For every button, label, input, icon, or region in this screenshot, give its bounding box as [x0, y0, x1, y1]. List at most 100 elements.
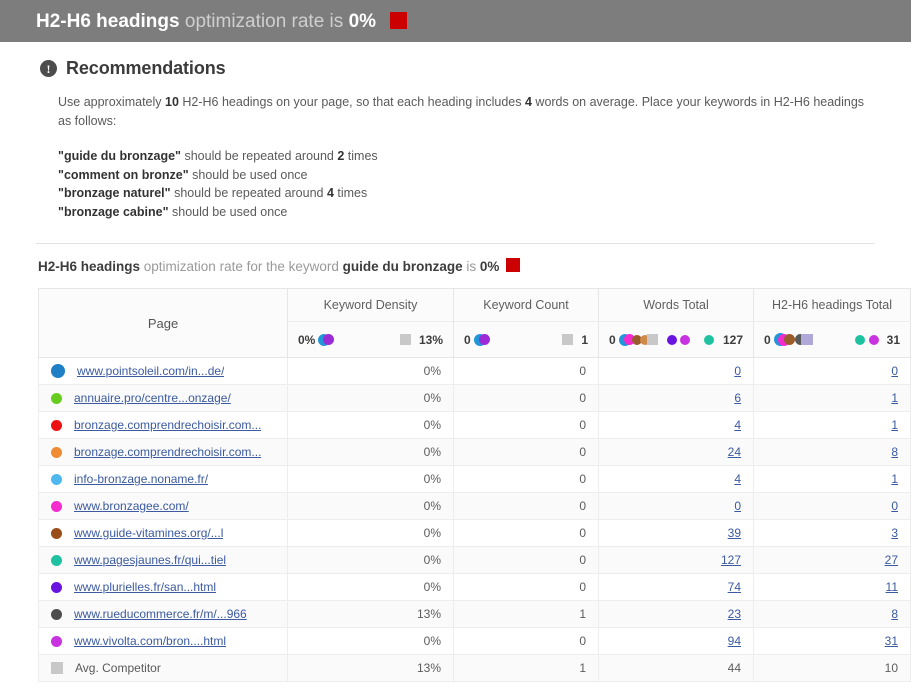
- cell-page: www.guide-vitamines.org/...l: [38, 519, 288, 547]
- cell-words-total-value[interactable]: 0: [734, 364, 741, 378]
- cell-keyword-density-value: 0%: [423, 553, 441, 567]
- rec-kw-before-0: should be repeated around: [180, 149, 338, 163]
- cell-words-total-value[interactable]: 0: [734, 499, 741, 513]
- cell-words-total-value[interactable]: 74: [728, 580, 741, 594]
- page-url-link[interactable]: www.plurielles.fr/san...html: [74, 580, 216, 594]
- rec-text-1: Use approximately: [58, 95, 165, 109]
- page-url-link[interactable]: www.rueducommerce.fr/m/...966: [74, 607, 247, 621]
- scale-keyword-density: 0% 13%: [287, 321, 454, 358]
- cell-headings-total-value[interactable]: 3: [891, 526, 898, 540]
- scale-dot-purple-icon: [478, 334, 490, 345]
- cell-headings-total-value[interactable]: 1: [891, 391, 898, 405]
- cell-headings-total: 31: [753, 627, 911, 655]
- cell-words-total: 4: [598, 411, 754, 439]
- cell-words-total-value[interactable]: 94: [728, 634, 741, 648]
- page-url-link[interactable]: www.vivolta.com/bron....html: [74, 634, 226, 648]
- cell-headings-total-value: 10: [884, 661, 898, 675]
- page-url-link[interactable]: www.bronzagee.com/: [74, 499, 189, 513]
- table-header: Page Keyword Density Keyword Count Words…: [38, 288, 911, 358]
- cell-words-total: 0: [598, 492, 754, 520]
- page-url-link[interactable]: www.guide-vitamines.org/...l: [74, 526, 223, 540]
- recommendations-paragraph: Use approximately 10 H2-H6 headings on y…: [58, 93, 875, 131]
- cell-keyword-count: 0: [453, 357, 599, 385]
- cell-keyword-count-value: 0: [579, 391, 586, 405]
- cell-keyword-density-value: 0%: [423, 526, 441, 540]
- table-body: www.pointsoleil.com/in...de/0% 0 0 0 annuair…: [38, 357, 911, 682]
- scale-min-kc: 0: [464, 332, 471, 347]
- cell-headings-total-value[interactable]: 0: [891, 499, 898, 513]
- table-row: annuaire.pro/centre...onzage/0% 0 6 1: [38, 384, 911, 412]
- cell-keyword-density: 13%: [287, 600, 454, 628]
- cell-headings-total-value[interactable]: 31: [885, 634, 898, 648]
- subtitle-metric: H2-H6 headings: [38, 259, 141, 274]
- scale-dot-cluster-ht-min: [773, 333, 813, 346]
- scale-marker-avg-icon: [800, 334, 813, 345]
- page-url-link[interactable]: info-bronzage.noname.fr/: [74, 472, 208, 486]
- recommendations-section: ! Recommendations Use approximately 10 H…: [0, 42, 911, 221]
- cell-headings-total-value[interactable]: 1: [891, 472, 898, 486]
- table-row: Avg. Competitor 13% 1 44 10: [38, 654, 911, 682]
- cell-keyword-count: 1: [453, 600, 599, 628]
- table-row: www.guide-vitamines.org/...l 0% 0 39 3: [38, 519, 911, 547]
- table-row: www.pointsoleil.com/in...de/0% 0 0 0: [38, 357, 911, 385]
- cell-headings-total: 8: [753, 438, 911, 466]
- page-url-link[interactable]: bronzage.comprendrechoisir.com...: [74, 445, 261, 459]
- cell-keyword-count: 1: [453, 654, 599, 682]
- scale-dot-cluster-wt-min: [618, 333, 658, 346]
- rec-kw-2: bronzage naturel: [63, 186, 165, 200]
- column-header-words-total[interactable]: Words Total: [598, 288, 754, 322]
- table-row: www.bronzagee.com/0% 0 0 0: [38, 492, 911, 520]
- cell-words-total-value[interactable]: 4: [734, 472, 741, 486]
- cell-headings-total-value[interactable]: 8: [891, 445, 898, 459]
- cell-words-total-value[interactable]: 23: [728, 607, 741, 621]
- cell-words-total: 127: [598, 546, 754, 574]
- series-dot-icon: [51, 500, 62, 512]
- cell-words-total-value[interactable]: 6: [734, 391, 741, 405]
- cell-keyword-density: 0%: [287, 573, 454, 601]
- cell-headings-total-value[interactable]: 8: [891, 607, 898, 621]
- cell-headings-total: 11: [753, 573, 911, 601]
- cell-page: annuaire.pro/centre...onzage/: [38, 384, 288, 412]
- cell-keyword-count: 0: [453, 465, 599, 493]
- page-url-link[interactable]: bronzage.comprendrechoisir.com...: [74, 418, 261, 432]
- page-url-link[interactable]: www.pointsoleil.com/in...de/: [77, 364, 224, 378]
- cell-keyword-density: 0%: [287, 465, 454, 493]
- cell-words-total: 24: [598, 438, 754, 466]
- cell-words-total-value[interactable]: 4: [734, 418, 741, 432]
- report-table: Page Keyword Density Keyword Count Words…: [38, 288, 911, 682]
- cell-headings-total-value[interactable]: 11: [886, 580, 898, 594]
- list-item: "comment on bronze" should be used once: [58, 166, 875, 185]
- subtitle-value: 0%: [479, 259, 500, 274]
- rec-text-2: H2-H6 headings on your page, so that eac…: [178, 95, 525, 109]
- column-header-page[interactable]: Page: [38, 288, 288, 358]
- scale-marker-avg-icon: [399, 334, 411, 345]
- scale-dot-purple-icon: [323, 334, 335, 345]
- column-header-keyword-density[interactable]: Keyword Density: [287, 288, 454, 322]
- cell-keyword-count: 0: [453, 411, 599, 439]
- scale-marker-avg-icon: [562, 334, 574, 345]
- cell-words-total-value[interactable]: 24: [728, 445, 741, 459]
- column-header-headings-total[interactable]: H2-H6 headings Total: [753, 288, 911, 322]
- rec-kw-0: guide du bronzage: [63, 149, 176, 163]
- cell-keyword-count: 0: [453, 492, 599, 520]
- page-url-link[interactable]: annuaire.pro/centre...onzage/: [74, 391, 231, 405]
- cell-headings-total: 1: [753, 384, 911, 412]
- cell-headings-total-value[interactable]: 0: [891, 364, 898, 378]
- cell-headings-total: 10: [753, 654, 911, 682]
- cell-words-total-value[interactable]: 127: [721, 553, 741, 567]
- column-header-keyword-count[interactable]: Keyword Count: [453, 288, 599, 322]
- cell-keyword-count-value: 0: [579, 418, 586, 432]
- table-row: www.vivolta.com/bron....html 0% 0 94 31: [38, 627, 911, 655]
- cell-words-total-value[interactable]: 39: [728, 526, 741, 540]
- page-url-link[interactable]: www.pagesjaunes.fr/qui...tiel: [74, 553, 226, 567]
- rec-kw-before-2: should be repeated around: [170, 186, 327, 200]
- cell-headings-total-value[interactable]: 1: [891, 418, 898, 432]
- cell-keyword-density-value: 0%: [423, 364, 441, 378]
- cell-words-total: 94: [598, 627, 754, 655]
- cell-headings-total: 27: [753, 546, 911, 574]
- cell-keyword-count: 0: [453, 519, 599, 547]
- cell-keyword-count: 0: [453, 546, 599, 574]
- cell-headings-total-value[interactable]: 27: [885, 553, 898, 567]
- scale-keyword-count: 0 1: [453, 321, 599, 358]
- cell-keyword-count-value: 0: [579, 445, 586, 459]
